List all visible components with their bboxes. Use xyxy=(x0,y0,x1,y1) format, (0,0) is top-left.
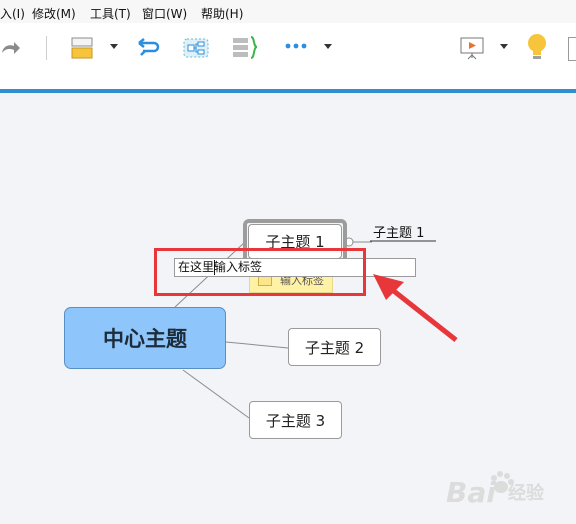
floating-subtopic[interactable]: 子主题 1 xyxy=(373,222,424,241)
annotation-highlight-box xyxy=(154,248,366,296)
subtopic-2-label: 子主题 2 xyxy=(304,338,365,357)
watermark-text: 经验 xyxy=(508,483,544,504)
annotation-arrow-icon xyxy=(373,274,458,342)
central-topic-label: 中心主题 xyxy=(103,327,187,351)
subtopic-3-label: 子主题 3 xyxy=(265,411,326,430)
subtopic-3[interactable]: 子主题 3 xyxy=(249,401,342,439)
floating-subtopic-label: 子主题 1 xyxy=(373,226,425,241)
central-topic[interactable]: 中心主题 xyxy=(64,307,226,369)
